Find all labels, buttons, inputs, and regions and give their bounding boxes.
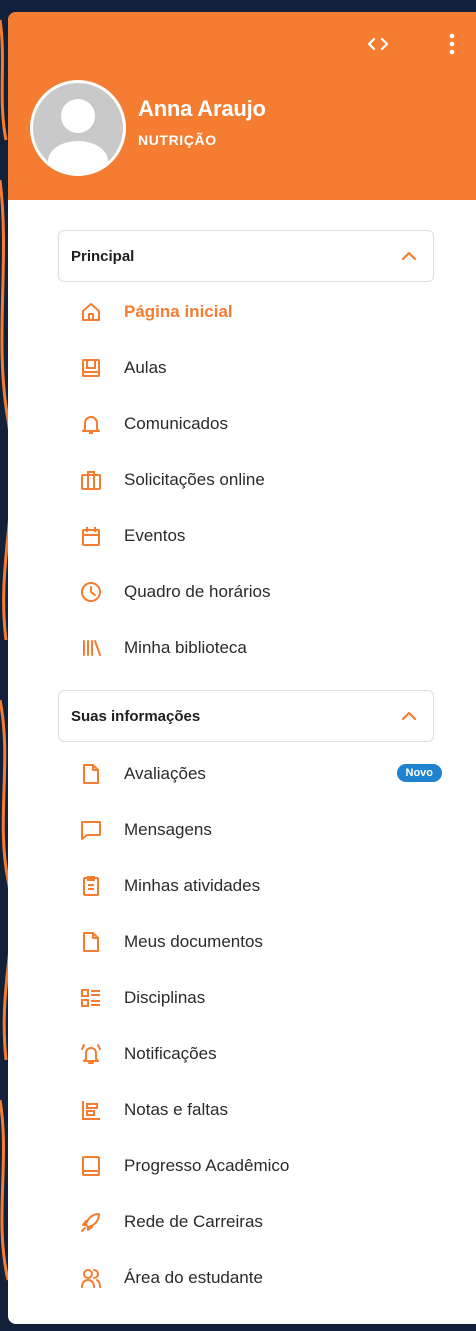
menu-item-eventos[interactable]: Eventos: [70, 516, 442, 556]
menu-item-label: Progresso Acadêmico: [124, 1156, 290, 1175]
menu-item-label: Página inicial: [124, 302, 233, 321]
menu-item-quadro-horarios[interactable]: Quadro de horários: [70, 572, 442, 612]
section-title: Principal: [71, 247, 135, 265]
menu-item-label: Comunicados: [124, 414, 228, 433]
menu-item-label: Notas e faltas: [124, 1100, 228, 1119]
menu-item-label: Quadro de horários: [124, 582, 271, 601]
avatar[interactable]: [30, 80, 126, 176]
menu-item-rede-carreiras[interactable]: Rede de Carreiras: [70, 1202, 442, 1242]
bell-ringing-icon: [78, 1041, 104, 1067]
list-icon: [78, 985, 104, 1011]
menu-item-label: Minha biblioteca: [124, 638, 247, 657]
document-icon: [78, 761, 104, 787]
menu-item-minha-biblioteca[interactable]: Minha biblioteca: [70, 628, 442, 668]
user-placeholder-icon: [48, 99, 108, 173]
sidebar-panel: Anna Araujo NUTRIÇÃO Principal Página in…: [8, 12, 476, 1324]
menu-item-aulas[interactable]: Aulas: [70, 348, 442, 388]
menu-item-avaliacoes[interactable]: Avaliações Novo: [70, 754, 442, 794]
menu-item-label: Eventos: [124, 526, 186, 545]
users-icon: [78, 1265, 104, 1291]
calendar-icon: [78, 523, 104, 549]
menu-item-minhas-atividades[interactable]: Minhas atividades: [70, 866, 442, 906]
menu-item-label: Minhas atividades: [124, 876, 261, 895]
home-icon: [78, 299, 104, 325]
menu-item-label: Notificações: [124, 1044, 217, 1063]
profile-header: Anna Araujo NUTRIÇÃO: [8, 12, 476, 200]
menu-item-comunicados[interactable]: Comunicados: [70, 404, 442, 444]
kebab-menu-icon: [449, 33, 455, 55]
menu-item-label: Meus documentos: [124, 932, 263, 951]
more-options-button[interactable]: [436, 30, 468, 58]
rocket-icon: [78, 1209, 104, 1235]
menu-item-notificacoes[interactable]: Notificações: [70, 1034, 442, 1074]
section-principal-header[interactable]: Principal: [58, 230, 434, 282]
menu-item-pagina-inicial[interactable]: Página inicial: [70, 292, 442, 332]
menu-item-label: Aulas: [124, 358, 167, 377]
menu-item-label: Disciplinas: [124, 988, 206, 1007]
briefcase-icon: [78, 467, 104, 493]
code-button[interactable]: [362, 30, 394, 58]
document-icon: [78, 929, 104, 955]
menu-item-area-estudante[interactable]: Área do estudante: [70, 1258, 442, 1298]
user-name: Anna Araujo: [138, 96, 266, 121]
menu-item-label: Mensagens: [124, 820, 212, 839]
clipboard-icon: [78, 873, 104, 899]
menu-item-mensagens[interactable]: Mensagens: [70, 810, 442, 850]
notebook-icon: [78, 1153, 104, 1179]
menu-item-solicitacoes[interactable]: Solicitações online: [70, 460, 442, 500]
section-title: Suas informações: [71, 707, 201, 725]
book-icon: [78, 355, 104, 381]
bell-icon: [78, 411, 104, 437]
menu-item-disciplinas[interactable]: Disciplinas: [70, 978, 442, 1018]
code-brackets-icon: [367, 37, 389, 51]
menu-item-meus-documentos[interactable]: Meus documentos: [70, 922, 442, 962]
menu-item-label: Área do estudante: [124, 1268, 263, 1287]
section-info-header[interactable]: Suas informações: [58, 690, 434, 742]
chevron-up-icon: [401, 251, 417, 261]
clock-icon: [78, 579, 104, 605]
menu-item-progresso-academico[interactable]: Progresso Acadêmico: [70, 1146, 442, 1186]
new-badge: Novo: [396, 764, 442, 782]
menu-item-label: Avaliações: [124, 764, 206, 783]
chevron-up-icon: [401, 711, 417, 721]
menu-item-notas-faltas[interactable]: Notas e faltas: [70, 1090, 442, 1130]
message-icon: [78, 817, 104, 843]
library-icon: [78, 635, 104, 661]
menu-item-label: Rede de Carreiras: [124, 1212, 263, 1231]
bar-chart-icon: [78, 1097, 104, 1123]
menu-item-label: Solicitações online: [124, 470, 265, 489]
user-course: NUTRIÇÃO: [138, 132, 217, 148]
